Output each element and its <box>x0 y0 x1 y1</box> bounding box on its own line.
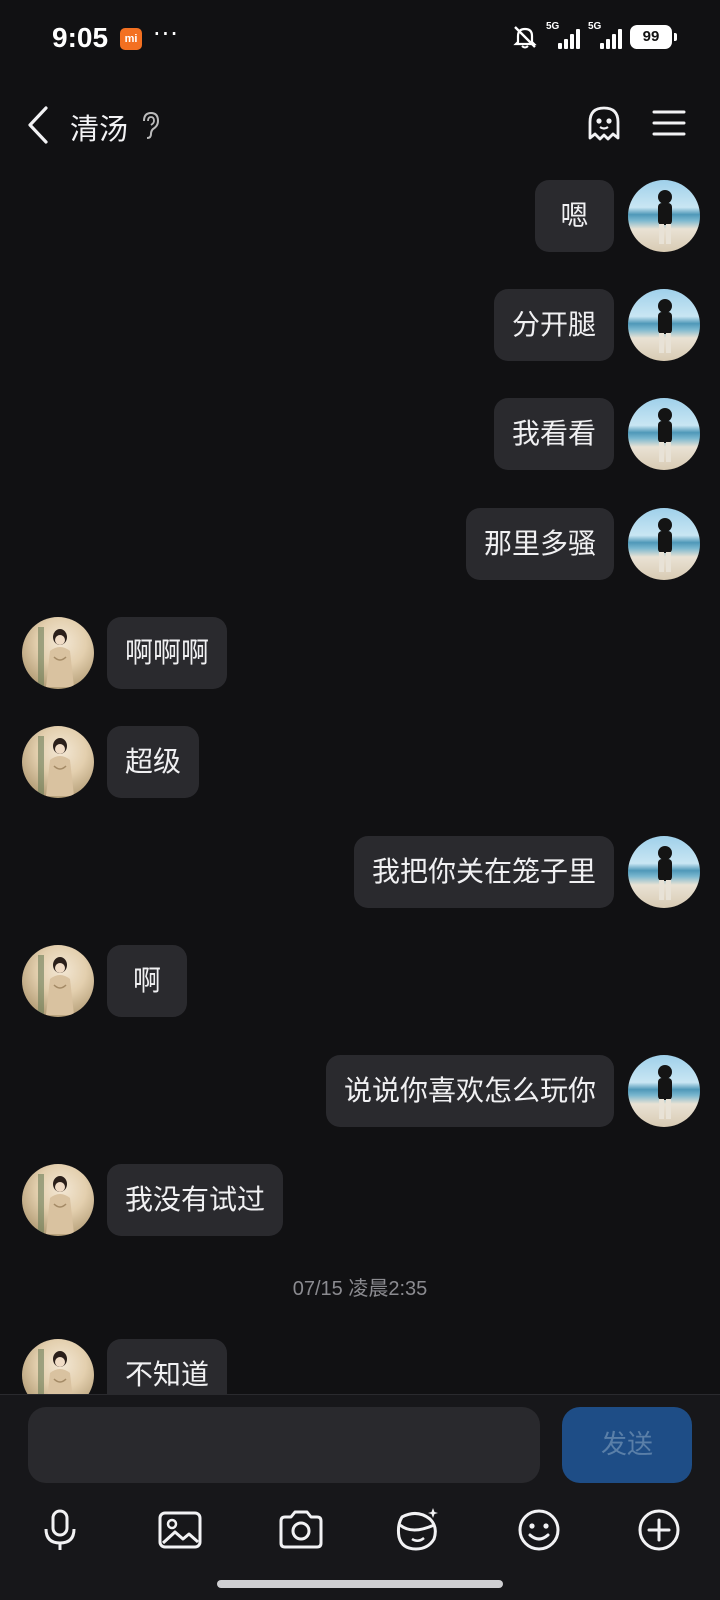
contact-avatar[interactable] <box>22 1164 94 1236</box>
send-button[interactable]: 发送 <box>562 1407 692 1483</box>
contact-avatar[interactable] <box>22 945 94 1017</box>
contact-avatar[interactable] <box>22 726 94 798</box>
image-icon[interactable] <box>155 1505 205 1555</box>
sticker-icon[interactable] <box>392 1505 442 1555</box>
message-row-incoming: 我没有试过 <box>0 1164 720 1236</box>
message-bubble[interactable]: 说说你喜欢怎么玩你 <box>325 1055 614 1127</box>
message-bubble[interactable]: 不知道 <box>107 1339 228 1394</box>
message-input[interactable] <box>28 1407 540 1483</box>
message-row-incoming: 不知道 <box>0 1339 720 1394</box>
message-row-incoming: 啊啊啊 <box>0 617 720 689</box>
plus-icon[interactable] <box>634 1505 684 1555</box>
signal-1-icon: 5G <box>546 21 580 49</box>
battery-indicator: 99 <box>630 25 677 49</box>
contact-avatar[interactable] <box>22 617 94 689</box>
message-bubble[interactable]: 啊 <box>107 945 187 1017</box>
home-indicator[interactable] <box>217 1580 503 1588</box>
message-row-outgoing: 我把你关在笼子里 <box>0 836 720 908</box>
my-avatar[interactable] <box>628 398 700 470</box>
composer-area: 发送 <box>0 1394 720 1600</box>
mute-bell-icon <box>513 26 537 49</box>
message-bubble[interactable]: 我没有试过 <box>107 1164 284 1236</box>
my-avatar[interactable] <box>628 508 700 580</box>
my-avatar[interactable] <box>628 180 700 252</box>
status-bar: 9:05 mi ··· 5G 5G 99 <box>0 0 720 78</box>
my-avatar[interactable] <box>628 289 700 361</box>
back-arrow-icon[interactable] <box>20 100 64 150</box>
message-bubble[interactable]: 我看看 <box>493 398 614 470</box>
my-avatar[interactable] <box>628 1055 700 1127</box>
network-type-2: 5G <box>588 21 602 32</box>
message-row-incoming: 啊 <box>0 945 720 1017</box>
signal-2-icon: 5G <box>588 21 622 49</box>
emoji-icon[interactable] <box>514 1505 564 1555</box>
contact-avatar[interactable] <box>22 1339 94 1394</box>
message-bubble[interactable]: 分开腿 <box>493 289 614 361</box>
message-bubble[interactable]: 那里多骚 <box>465 508 614 580</box>
message-bubble[interactable]: 我把你关在笼子里 <box>353 836 614 908</box>
chat-header: 清汤 <box>0 88 720 162</box>
menu-icon[interactable] <box>650 106 688 140</box>
message-bubble[interactable]: 嗯 <box>535 180 614 252</box>
message-row-outgoing: 我看看 <box>0 398 720 470</box>
more-notifications-icon: ··· <box>153 20 179 48</box>
camera-icon[interactable] <box>276 1505 326 1555</box>
message-row-outgoing: 分开腿 <box>0 289 720 361</box>
message-row-outgoing: 那里多骚 <box>0 508 720 580</box>
network-type-1: 5G <box>546 21 560 32</box>
message-row-incoming: 超级 <box>0 726 720 798</box>
message-bubble[interactable]: 超级 <box>107 726 200 798</box>
status-time: 9:05 <box>52 22 109 53</box>
composer-toolbar <box>0 1495 720 1565</box>
microphone-icon[interactable] <box>35 1505 85 1555</box>
time-separator: 07/15 凌晨2:35 <box>292 1278 428 1300</box>
message-row-outgoing: 说说你喜欢怎么玩你 <box>0 1055 720 1127</box>
my-avatar[interactable] <box>628 836 700 908</box>
message-bubble[interactable]: 啊啊啊 <box>107 617 228 689</box>
mi-logo-icon: mi <box>120 28 142 50</box>
ear-icon[interactable] <box>138 110 162 140</box>
chat-title[interactable]: 清汤 <box>70 106 128 148</box>
message-row-outgoing: 嗯 <box>0 180 720 252</box>
ghost-icon[interactable] <box>582 102 626 146</box>
